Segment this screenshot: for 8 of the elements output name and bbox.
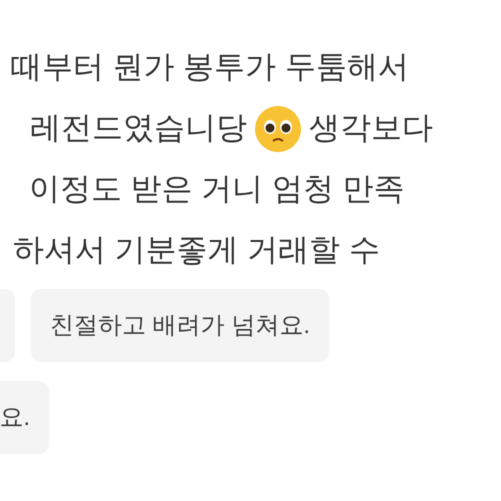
review-tag-chip: 친절하고 배려가 넘쳐요.	[31, 289, 330, 362]
review-text: 레전드였습니당	[30, 109, 247, 148]
review-text: 때부터 뭔가 봉투가 두툼해서	[11, 48, 409, 86]
review-text: 이정도 받은 거니 엄청 만족	[29, 170, 404, 208]
review-text: 생각보다	[309, 109, 433, 148]
review-tag-chip: 요.	[0, 381, 49, 454]
pleading-face-emoji-icon	[254, 104, 302, 152]
review-text: 하셔서 기분좋게 거래할 수	[13, 231, 380, 270]
